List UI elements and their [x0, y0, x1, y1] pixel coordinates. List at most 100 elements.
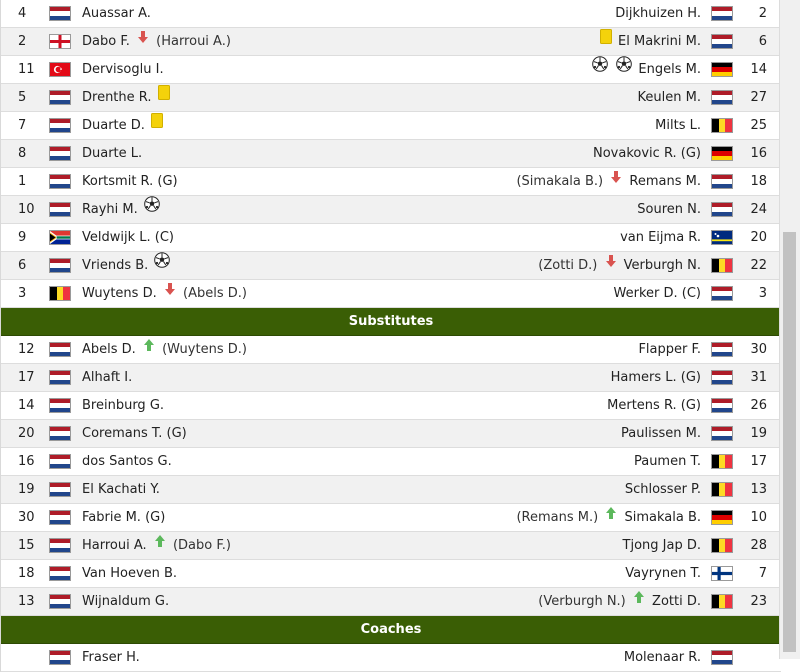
- substitution-player-name[interactable]: (Dabo F.): [173, 538, 231, 553]
- substitution-player-name[interactable]: (Verburgh N.): [538, 594, 625, 609]
- yellow-card-icon: [157, 83, 170, 110]
- home-flag-icon: [49, 594, 71, 609]
- player-name-link[interactable]: Mertens R. (G): [607, 398, 701, 413]
- player-name-link[interactable]: Dervisoglu I.: [82, 62, 164, 77]
- home-flag-icon: [49, 202, 71, 217]
- player-name-link[interactable]: Duarte D.: [82, 118, 145, 133]
- away-shirt-number: 19: [750, 426, 767, 441]
- table-row: 6 Vriends B. (Zotti D.) Verburgh N. 22: [1, 252, 781, 280]
- player-name-link[interactable]: Remans M.: [629, 174, 701, 189]
- home-player: Coremans T. (G): [82, 420, 187, 447]
- player-name-link[interactable]: Breinburg G.: [82, 398, 164, 413]
- player-name-link[interactable]: Wuytens D.: [82, 286, 157, 301]
- player-name-link[interactable]: Milts L.: [655, 118, 701, 133]
- player-name-link[interactable]: Wijnaldum G.: [82, 594, 169, 609]
- substitution-player-name[interactable]: (Harroui A.): [156, 34, 231, 49]
- home-flag-icon: [49, 454, 71, 469]
- player-name-link[interactable]: Molenaar R.: [624, 650, 701, 665]
- player-name-link[interactable]: Harroui A.: [82, 538, 147, 553]
- player-name-link[interactable]: Schlosser P.: [625, 482, 701, 497]
- away-shirt-number: 16: [750, 146, 767, 161]
- player-name-link[interactable]: Veldwijk L. (C): [82, 230, 174, 245]
- player-name-link[interactable]: Dabo F.: [82, 34, 130, 49]
- player-name-link[interactable]: El Makrini M.: [618, 34, 701, 49]
- player-name-link[interactable]: Fraser H.: [82, 650, 140, 665]
- substitution-player-name[interactable]: (Remans M.): [516, 510, 598, 525]
- arrow-up-icon: [142, 335, 156, 362]
- player-name-link[interactable]: Engels M.: [638, 62, 701, 77]
- player-name-link[interactable]: Paumen T.: [634, 454, 701, 469]
- lineup-table: 4 Auassar A. Dijkhuizen H. 2 2 Dabo F. (Harro…: [0, 0, 781, 672]
- substitution-player-name[interactable]: (Zotti D.): [538, 258, 597, 273]
- arrow-down-icon: [609, 167, 623, 194]
- player-name-link[interactable]: van Eijma R.: [620, 230, 701, 245]
- home-shirt-number: 1: [18, 174, 27, 189]
- substitution-player-name[interactable]: (Wuytens D.): [162, 342, 247, 357]
- home-player: Harroui A. (Dabo F.): [82, 532, 231, 559]
- player-name-link[interactable]: Keulen M.: [638, 90, 701, 105]
- table-row: 18 Van Hoeven B. Vayrynen T. 7: [1, 560, 781, 588]
- player-name-link[interactable]: Hamers L. (G): [611, 370, 701, 385]
- player-name-link[interactable]: Van Hoeven B.: [82, 566, 177, 581]
- soccer-ball-icon: [154, 251, 171, 278]
- away-player: Engels M.: [590, 56, 701, 83]
- home-player: Dabo F. (Harroui A.): [82, 28, 231, 55]
- away-flag-icon: [711, 118, 733, 133]
- away-flag-icon: [711, 398, 733, 413]
- player-name-link[interactable]: Simakala B.: [624, 510, 701, 525]
- home-shirt-number: 8: [18, 146, 27, 161]
- away-flag-icon: [711, 174, 733, 189]
- substitution-player-name[interactable]: (Simakala B.): [516, 174, 603, 189]
- player-name-link[interactable]: Zotti D.: [652, 594, 701, 609]
- vertical-scrollbar[interactable]: [779, 0, 800, 659]
- away-shirt-number: 24: [750, 202, 767, 217]
- away-shirt-number: 22: [750, 258, 767, 273]
- away-shirt-number: 28: [750, 538, 767, 553]
- player-name-link[interactable]: El Kachati Y.: [82, 482, 160, 497]
- player-name-link[interactable]: dos Santos G.: [82, 454, 172, 469]
- home-shirt-number: 9: [18, 230, 27, 245]
- player-name-link[interactable]: Vriends B.: [82, 258, 148, 273]
- player-name-link[interactable]: Alhaft I.: [82, 370, 132, 385]
- away-player: Mertens R. (G): [607, 392, 701, 419]
- coaches-section: Fraser H. Molenaar R.: [1, 644, 781, 672]
- table-row: 7 Duarte D. Milts L. 25: [1, 112, 781, 140]
- player-name-link[interactable]: Tjong Jap D.: [623, 538, 701, 553]
- away-player: Hamers L. (G): [611, 364, 701, 391]
- home-shirt-number: 4: [18, 6, 27, 21]
- away-player: Dijkhuizen H.: [615, 0, 701, 27]
- away-flag-icon: [711, 594, 733, 609]
- player-name-link[interactable]: Duarte L.: [82, 146, 142, 161]
- player-name-link[interactable]: Dijkhuizen H.: [615, 6, 701, 21]
- away-shirt-number: 10: [750, 510, 767, 525]
- player-name-link[interactable]: Kortsmit R. (G): [82, 174, 178, 189]
- arrow-up-icon: [153, 531, 167, 558]
- home-shirt-number: 17: [18, 370, 35, 385]
- substitution-player-name[interactable]: (Abels D.): [183, 286, 247, 301]
- home-player: Vriends B.: [82, 252, 172, 279]
- player-name-link[interactable]: Drenthe R.: [82, 90, 151, 105]
- away-flag-icon: [711, 90, 733, 105]
- player-name-link[interactable]: Paulissen M.: [621, 426, 701, 441]
- home-flag-icon: [49, 286, 71, 301]
- player-name-link[interactable]: Flapper F.: [638, 342, 701, 357]
- home-player: Duarte D.: [82, 112, 165, 139]
- player-name-link[interactable]: Auassar A.: [82, 6, 151, 21]
- player-name-link[interactable]: Novakovic R. (G): [593, 146, 701, 161]
- player-name-link[interactable]: Rayhi M.: [82, 202, 138, 217]
- home-shirt-number: 3: [18, 286, 27, 301]
- table-row: 10 Rayhi M. Souren N. 24: [1, 196, 781, 224]
- player-name-link[interactable]: Abels D.: [82, 342, 136, 357]
- player-name-link[interactable]: Souren N.: [637, 202, 701, 217]
- table-row: 12 Abels D. (Wuytens D.) Flapper F. 30: [1, 336, 781, 364]
- away-shirt-number: 17: [750, 454, 767, 469]
- table-row: Fraser H. Molenaar R.: [1, 644, 781, 672]
- scrollbar-thumb[interactable]: [783, 232, 796, 652]
- table-row: 1 Kortsmit R. (G) (Simakala B.) Remans M. 1…: [1, 168, 781, 196]
- player-name-link[interactable]: Fabrie M. (G): [82, 510, 165, 525]
- player-name-link[interactable]: Vayrynen T.: [625, 566, 701, 581]
- player-name-link[interactable]: Werker D. (C): [614, 286, 701, 301]
- player-name-link[interactable]: Verburgh N.: [624, 258, 701, 273]
- player-name-link[interactable]: Coremans T. (G): [82, 426, 187, 441]
- away-player: Paumen T.: [634, 448, 701, 475]
